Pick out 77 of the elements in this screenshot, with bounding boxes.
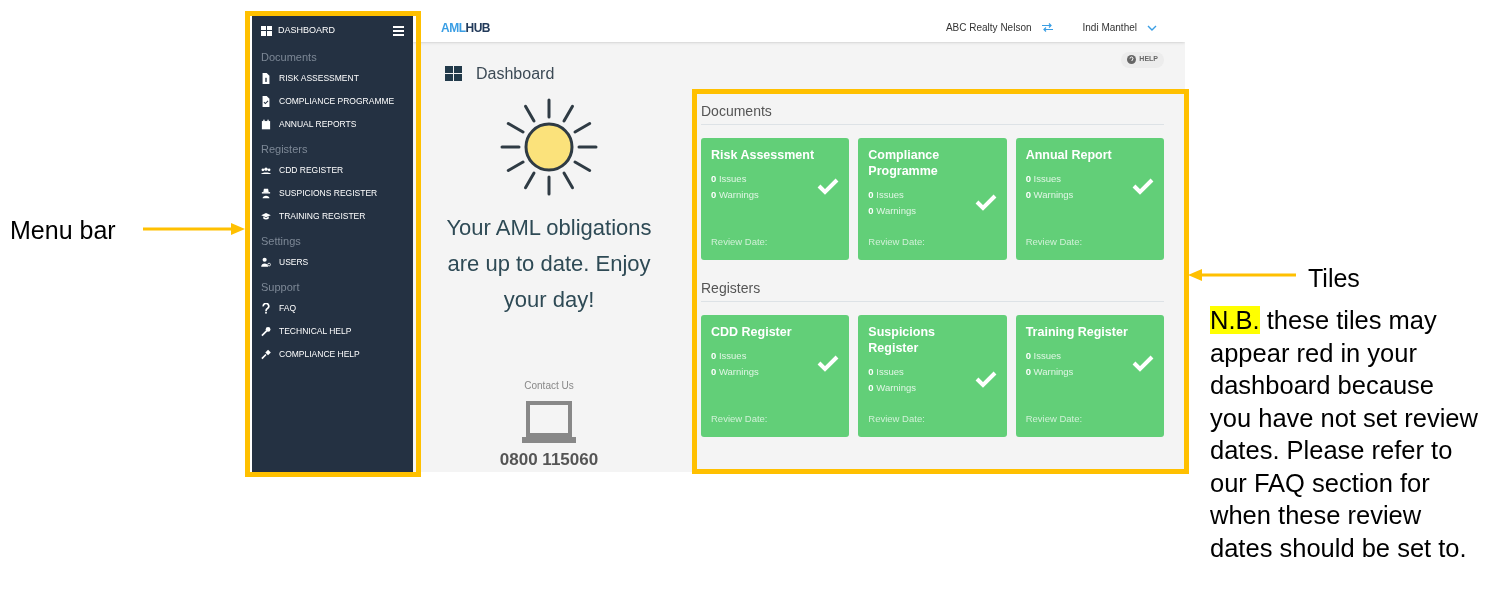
issue-count: 0 Issues [711,348,748,363]
sidebar-section-title: Support [261,280,301,293]
checkmark-icon [974,371,997,388]
menu-icon[interactable] [393,25,404,36]
warning-count: 0 Warnings [711,187,760,202]
review-date-label: Review Date: [711,235,769,250]
spy-icon [261,188,271,199]
wrench-icon [261,326,271,337]
arrow-icon [143,222,245,236]
help-icon [1127,55,1137,64]
sidebar-item[interactable]: TECHNICAL HELP [261,325,404,338]
user-menu[interactable]: Indi Manthel [1082,20,1157,36]
tile-title: Risk Assessment [711,146,816,163]
gavel-icon [261,349,271,360]
review-date-label: Review Date: [1025,235,1084,250]
swap-icon [1041,23,1053,33]
user-icon [261,257,271,268]
annotation-label: Tiles [1308,263,1360,294]
checkmark-icon [817,178,840,195]
issue-count: 0 Issues [868,364,905,379]
section-heading: Registers [701,277,1164,302]
dashboard-link[interactable]: DASHBOARD [261,23,335,38]
grid-icon [261,25,272,36]
issue-count: 0 Issues [711,171,748,186]
tile-title: CDD Register [711,323,793,340]
sidebar-item[interactable]: ANNUAL REPORTS [261,118,404,131]
tile-title: Suspicions Register [868,323,936,356]
sidebar-item[interactable]: COMPLIANCE HELP [261,348,404,361]
status-message: Your AML obligations are up to date. Enjoy your day! [445,213,653,314]
issue-count: 0 Issues [868,187,905,202]
tile-title: Training Register [1025,323,1129,340]
warning-count: 0 Warnings [868,203,918,218]
laptop-icon [522,400,576,445]
calendar-icon [261,119,271,130]
warning-count: 0 Warnings [711,364,760,379]
sidebar-item[interactable]: TRAINING REGISTER [261,210,404,223]
warning-count: 0 Warnings [868,380,918,395]
checkmark-icon [974,194,997,211]
checkmark-icon [1132,355,1154,372]
checkmark-icon [1132,178,1154,195]
tile-title: Compliance Programme [868,146,941,179]
sidebar-item[interactable]: FAQ [261,302,404,315]
file-icon [261,73,271,84]
arrow-icon [1188,268,1296,282]
logo: AMLHUB [441,19,490,37]
sidebar-section-title: Documents [261,50,318,63]
annotation-label: Menu bar [10,215,116,246]
issue-count: 0 Issues [1025,171,1063,186]
sidebar-item[interactable]: USERS [261,256,404,269]
issue-count: 0 Issues [1025,348,1063,363]
review-date-label: Review Date: [1025,412,1084,427]
checkmark-icon [817,355,840,372]
contact-label: Contact Us [524,378,574,393]
section-heading: Documents [701,100,1164,125]
sidebar-item[interactable]: COMPLIANCE PROGRAMME [261,95,404,108]
page-title: Dashboard [476,63,555,84]
sidebar-section-title: Registers [261,142,309,155]
phone-number: 0800 115060 [499,448,599,471]
sidebar-item[interactable]: SUSPICIONS REGISTER [261,187,404,200]
organisation-switcher[interactable]: ABC Realty Nelson [945,20,1053,36]
sun-icon [500,97,598,196]
warning-count: 0 Warnings [1025,364,1075,379]
tile-title: Annual Report [1025,146,1113,163]
review-date-label: Review Date: [711,412,769,427]
document-icon [261,96,271,107]
review-date-label: Review Date: [868,412,926,427]
annotation-note: N.B. these tiles may appear red in your dashboard because you have not set review dates. Please refer to our FAQ section for when these review dates should be set to. [1210,305,1479,564]
graduation-cap-icon [261,211,271,222]
sidebar-section-title: Settings [261,234,302,247]
grid-icon [445,66,462,81]
chevron-down-icon [1147,24,1157,31]
review-date-label: Review Date: [868,235,926,250]
sidebar-item[interactable]: CDD REGISTER [261,164,404,177]
sidebar-item[interactable]: RISK ASSESSMENT [261,72,404,85]
people-icon [261,165,271,176]
question-mark-icon [261,303,271,314]
warning-count: 0 Warnings [1025,187,1075,202]
